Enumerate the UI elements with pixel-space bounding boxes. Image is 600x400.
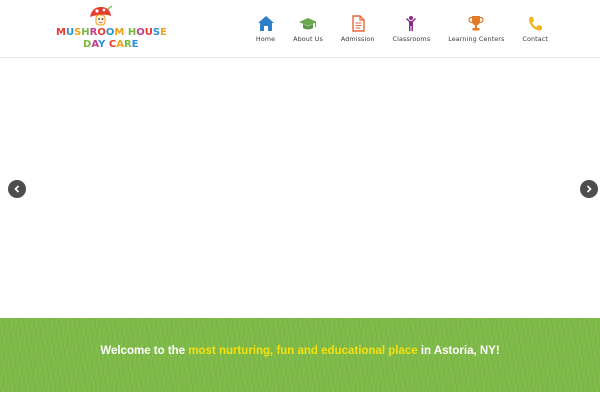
logo-letter: S [152, 27, 161, 38]
main-navigation: Home About Us Admission Classrooms Learn… [256, 0, 548, 58]
logo-letter: O [97, 27, 106, 38]
welcome-text-start: Welcome to the [100, 345, 189, 357]
trophy-icon [468, 16, 484, 31]
welcome-banner: Welcome to the most nurturing, fun and e… [0, 318, 600, 392]
page-bottom [0, 392, 600, 400]
nav-label: About Us [293, 35, 323, 43]
site-header: MUSHROOM HOUSE DAY CARE Home About Us Ad… [0, 0, 600, 58]
chevron-right-icon [586, 185, 592, 193]
chevron-left-icon [14, 185, 20, 193]
logo-letter: O [136, 27, 145, 38]
person-icon [406, 16, 417, 31]
home-icon [257, 16, 274, 31]
logo-letter: E [160, 27, 167, 38]
document-icon [352, 15, 365, 32]
welcome-text-highlight: most nurturing, fun and educational plac… [188, 345, 418, 357]
site-logo[interactable]: MUSHROOM HOUSE DAY CARE [56, 5, 167, 53]
nav-item-classrooms[interactable]: Classrooms [393, 0, 431, 58]
nav-label: Admission [340, 35, 375, 43]
nav-item-about-us[interactable]: About Us [293, 0, 323, 58]
logo-text-line1: MUSHROOM HOUSE [56, 27, 167, 38]
graduation-cap-icon [299, 18, 318, 30]
logo-letter: U [144, 27, 153, 38]
nav-item-home[interactable]: Home [256, 0, 275, 58]
logo-text-line2: DAY CARE [83, 39, 138, 50]
hero-slider [0, 59, 600, 318]
welcome-message: Welcome to the most nurturing, fun and e… [0, 345, 600, 357]
logo-letter: R [123, 39, 132, 50]
slider-prev-button[interactable] [8, 180, 26, 198]
nav-item-learning-centers[interactable]: Learning Centers [448, 0, 504, 58]
logo-letter: H [81, 27, 90, 38]
logo-letter: M [114, 27, 125, 38]
logo-letter: A [116, 39, 124, 50]
logo-letter: U [65, 27, 75, 38]
mushroom-mascot-icon [90, 5, 113, 26]
nav-label: Contact [522, 35, 548, 43]
phone-icon [529, 17, 543, 31]
logo-letter: M [56, 27, 66, 38]
welcome-text-end: in Astoria, NY! [417, 345, 500, 357]
nav-label: Learning Centers [448, 35, 505, 43]
logo-letter: E [131, 39, 139, 50]
nav-label: Classrooms [392, 35, 431, 43]
nav-item-admission[interactable]: Admission [341, 0, 375, 58]
nav-item-contact[interactable]: Contact [522, 0, 548, 58]
nav-label: Home [255, 35, 276, 43]
slider-next-button[interactable] [580, 180, 598, 198]
logo-letter: H [127, 27, 137, 38]
